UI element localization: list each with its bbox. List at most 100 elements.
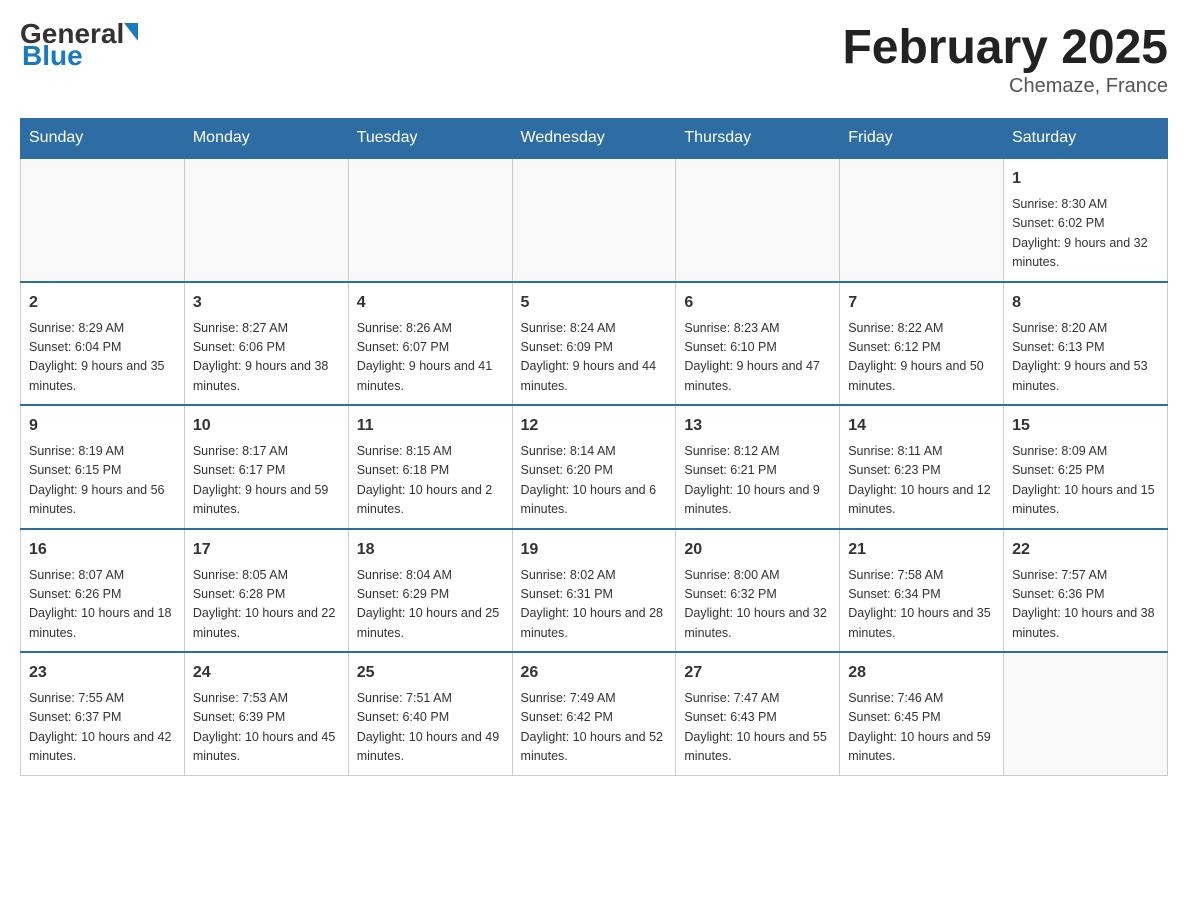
- calendar-cell: 19 Sunrise: 8:02 AM Sunset: 6:31 PM Dayli…: [512, 529, 676, 653]
- day-info: Sunrise: 8:20 AM Sunset: 6:13 PM Dayligh…: [1012, 319, 1159, 397]
- day-info: Sunrise: 7:58 AM Sunset: 6:34 PM Dayligh…: [848, 566, 995, 644]
- weekday-header-monday: Monday: [184, 119, 348, 159]
- day-number: 9: [29, 414, 176, 438]
- day-number: 14: [848, 414, 995, 438]
- calendar-cell: 21 Sunrise: 7:58 AM Sunset: 6:34 PM Dayli…: [840, 529, 1004, 653]
- day-number: 24: [193, 661, 340, 685]
- calendar-cell: [676, 158, 840, 282]
- weekday-header-friday: Friday: [840, 119, 1004, 159]
- day-info: Sunrise: 8:00 AM Sunset: 6:32 PM Dayligh…: [684, 566, 831, 644]
- calendar-cell: [184, 158, 348, 282]
- day-info: Sunrise: 7:51 AM Sunset: 6:40 PM Dayligh…: [357, 689, 504, 767]
- calendar-cell: 24 Sunrise: 7:53 AM Sunset: 6:39 PM Dayli…: [184, 652, 348, 775]
- week-row-3: 9 Sunrise: 8:19 AM Sunset: 6:15 PM Daylig…: [21, 405, 1168, 529]
- day-number: 21: [848, 538, 995, 562]
- page-header: General Blue February 2025 Chemaze, Fran…: [20, 20, 1168, 98]
- logo: General Blue: [20, 20, 138, 70]
- day-info: Sunrise: 8:26 AM Sunset: 6:07 PM Dayligh…: [357, 319, 504, 397]
- day-info: Sunrise: 8:14 AM Sunset: 6:20 PM Dayligh…: [521, 442, 668, 520]
- day-number: 25: [357, 661, 504, 685]
- day-number: 16: [29, 538, 176, 562]
- week-row-5: 23 Sunrise: 7:55 AM Sunset: 6:37 PM Dayli…: [21, 652, 1168, 775]
- calendar-cell: 13 Sunrise: 8:12 AM Sunset: 6:21 PM Dayli…: [676, 405, 840, 529]
- day-info: Sunrise: 8:19 AM Sunset: 6:15 PM Dayligh…: [29, 442, 176, 520]
- weekday-header-sunday: Sunday: [21, 119, 185, 159]
- day-number: 18: [357, 538, 504, 562]
- weekday-header-tuesday: Tuesday: [348, 119, 512, 159]
- calendar-cell: [348, 158, 512, 282]
- day-info: Sunrise: 7:47 AM Sunset: 6:43 PM Dayligh…: [684, 689, 831, 767]
- day-number: 17: [193, 538, 340, 562]
- day-info: Sunrise: 8:24 AM Sunset: 6:09 PM Dayligh…: [521, 319, 668, 397]
- month-title: February 2025: [842, 20, 1168, 75]
- calendar-cell: 1 Sunrise: 8:30 AM Sunset: 6:02 PM Daylig…: [1004, 158, 1168, 282]
- calendar-cell: 23 Sunrise: 7:55 AM Sunset: 6:37 PM Dayli…: [21, 652, 185, 775]
- calendar-cell: 4 Sunrise: 8:26 AM Sunset: 6:07 PM Daylig…: [348, 282, 512, 406]
- calendar-cell: 11Sunrise: 8:15 AM Sunset: 6:18 PM Dayli…: [348, 405, 512, 529]
- calendar-cell: [1004, 652, 1168, 775]
- week-row-4: 16Sunrise: 8:07 AM Sunset: 6:26 PM Dayli…: [21, 529, 1168, 653]
- calendar-cell: 28 Sunrise: 7:46 AM Sunset: 6:45 PM Dayli…: [840, 652, 1004, 775]
- calendar-cell: [21, 158, 185, 282]
- day-info: Sunrise: 7:55 AM Sunset: 6:37 PM Dayligh…: [29, 689, 176, 767]
- day-number: 2: [29, 291, 176, 315]
- calendar-cell: 10 Sunrise: 8:17 AM Sunset: 6:17 PM Dayli…: [184, 405, 348, 529]
- calendar-cell: 20Sunrise: 8:00 AM Sunset: 6:32 PM Dayli…: [676, 529, 840, 653]
- day-number: 23: [29, 661, 176, 685]
- calendar-cell: 12 Sunrise: 8:14 AM Sunset: 6:20 PM Dayli…: [512, 405, 676, 529]
- day-number: 4: [357, 291, 504, 315]
- day-info: Sunrise: 8:11 AM Sunset: 6:23 PM Dayligh…: [848, 442, 995, 520]
- weekday-header-saturday: Saturday: [1004, 119, 1168, 159]
- day-info: Sunrise: 8:17 AM Sunset: 6:17 PM Dayligh…: [193, 442, 340, 520]
- title-area: February 2025 Chemaze, France: [842, 20, 1168, 98]
- week-row-1: 1 Sunrise: 8:30 AM Sunset: 6:02 PM Daylig…: [21, 158, 1168, 282]
- day-number: 19: [521, 538, 668, 562]
- day-number: 22: [1012, 538, 1159, 562]
- day-number: 27: [684, 661, 831, 685]
- calendar-cell: 7Sunrise: 8:22 AM Sunset: 6:12 PM Daylig…: [840, 282, 1004, 406]
- weekday-header-thursday: Thursday: [676, 119, 840, 159]
- day-number: 12: [521, 414, 668, 438]
- calendar-cell: 6Sunrise: 8:23 AM Sunset: 6:10 PM Daylig…: [676, 282, 840, 406]
- calendar-cell: 15 Sunrise: 8:09 AM Sunset: 6:25 PM Dayli…: [1004, 405, 1168, 529]
- day-number: 8: [1012, 291, 1159, 315]
- location: Chemaze, France: [842, 75, 1168, 98]
- calendar-cell: [512, 158, 676, 282]
- day-info: Sunrise: 8:04 AM Sunset: 6:29 PM Dayligh…: [357, 566, 504, 644]
- day-number: 3: [193, 291, 340, 315]
- day-info: Sunrise: 7:49 AM Sunset: 6:42 PM Dayligh…: [521, 689, 668, 767]
- day-number: 10: [193, 414, 340, 438]
- day-info: Sunrise: 8:27 AM Sunset: 6:06 PM Dayligh…: [193, 319, 340, 397]
- day-info: Sunrise: 8:05 AM Sunset: 6:28 PM Dayligh…: [193, 566, 340, 644]
- calendar-cell: 22 Sunrise: 7:57 AM Sunset: 6:36 PM Dayli…: [1004, 529, 1168, 653]
- weekday-header-row: SundayMondayTuesdayWednesdayThursdayFrid…: [21, 119, 1168, 159]
- weekday-header-wednesday: Wednesday: [512, 119, 676, 159]
- day-info: Sunrise: 8:12 AM Sunset: 6:21 PM Dayligh…: [684, 442, 831, 520]
- calendar-cell: 26 Sunrise: 7:49 AM Sunset: 6:42 PM Dayli…: [512, 652, 676, 775]
- day-info: Sunrise: 8:09 AM Sunset: 6:25 PM Dayligh…: [1012, 442, 1159, 520]
- day-number: 13: [684, 414, 831, 438]
- day-info: Sunrise: 8:23 AM Sunset: 6:10 PM Dayligh…: [684, 319, 831, 397]
- calendar-cell: [840, 158, 1004, 282]
- calendar-cell: 18 Sunrise: 8:04 AM Sunset: 6:29 PM Dayli…: [348, 529, 512, 653]
- calendar-cell: 5 Sunrise: 8:24 AM Sunset: 6:09 PM Daylig…: [512, 282, 676, 406]
- day-info: Sunrise: 7:57 AM Sunset: 6:36 PM Dayligh…: [1012, 566, 1159, 644]
- day-number: 1: [1012, 167, 1159, 191]
- day-info: Sunrise: 7:53 AM Sunset: 6:39 PM Dayligh…: [193, 689, 340, 767]
- calendar-cell: 16Sunrise: 8:07 AM Sunset: 6:26 PM Dayli…: [21, 529, 185, 653]
- day-info: Sunrise: 8:15 AM Sunset: 6:18 PM Dayligh…: [357, 442, 504, 520]
- day-info: Sunrise: 7:46 AM Sunset: 6:45 PM Dayligh…: [848, 689, 995, 767]
- day-number: 5: [521, 291, 668, 315]
- calendar-cell: 27 Sunrise: 7:47 AM Sunset: 6:43 PM Dayli…: [676, 652, 840, 775]
- calendar-table: SundayMondayTuesdayWednesdayThursdayFrid…: [20, 118, 1168, 776]
- day-number: 28: [848, 661, 995, 685]
- day-number: 15: [1012, 414, 1159, 438]
- day-number: 26: [521, 661, 668, 685]
- calendar-cell: 17 Sunrise: 8:05 AM Sunset: 6:28 PM Dayli…: [184, 529, 348, 653]
- day-number: 7: [848, 291, 995, 315]
- day-info: Sunrise: 8:02 AM Sunset: 6:31 PM Dayligh…: [521, 566, 668, 644]
- calendar-cell: 2Sunrise: 8:29 AM Sunset: 6:04 PM Daylig…: [21, 282, 185, 406]
- calendar-cell: 9 Sunrise: 8:19 AM Sunset: 6:15 PM Daylig…: [21, 405, 185, 529]
- calendar-cell: 8 Sunrise: 8:20 AM Sunset: 6:13 PM Daylig…: [1004, 282, 1168, 406]
- day-info: Sunrise: 8:30 AM Sunset: 6:02 PM Dayligh…: [1012, 195, 1159, 273]
